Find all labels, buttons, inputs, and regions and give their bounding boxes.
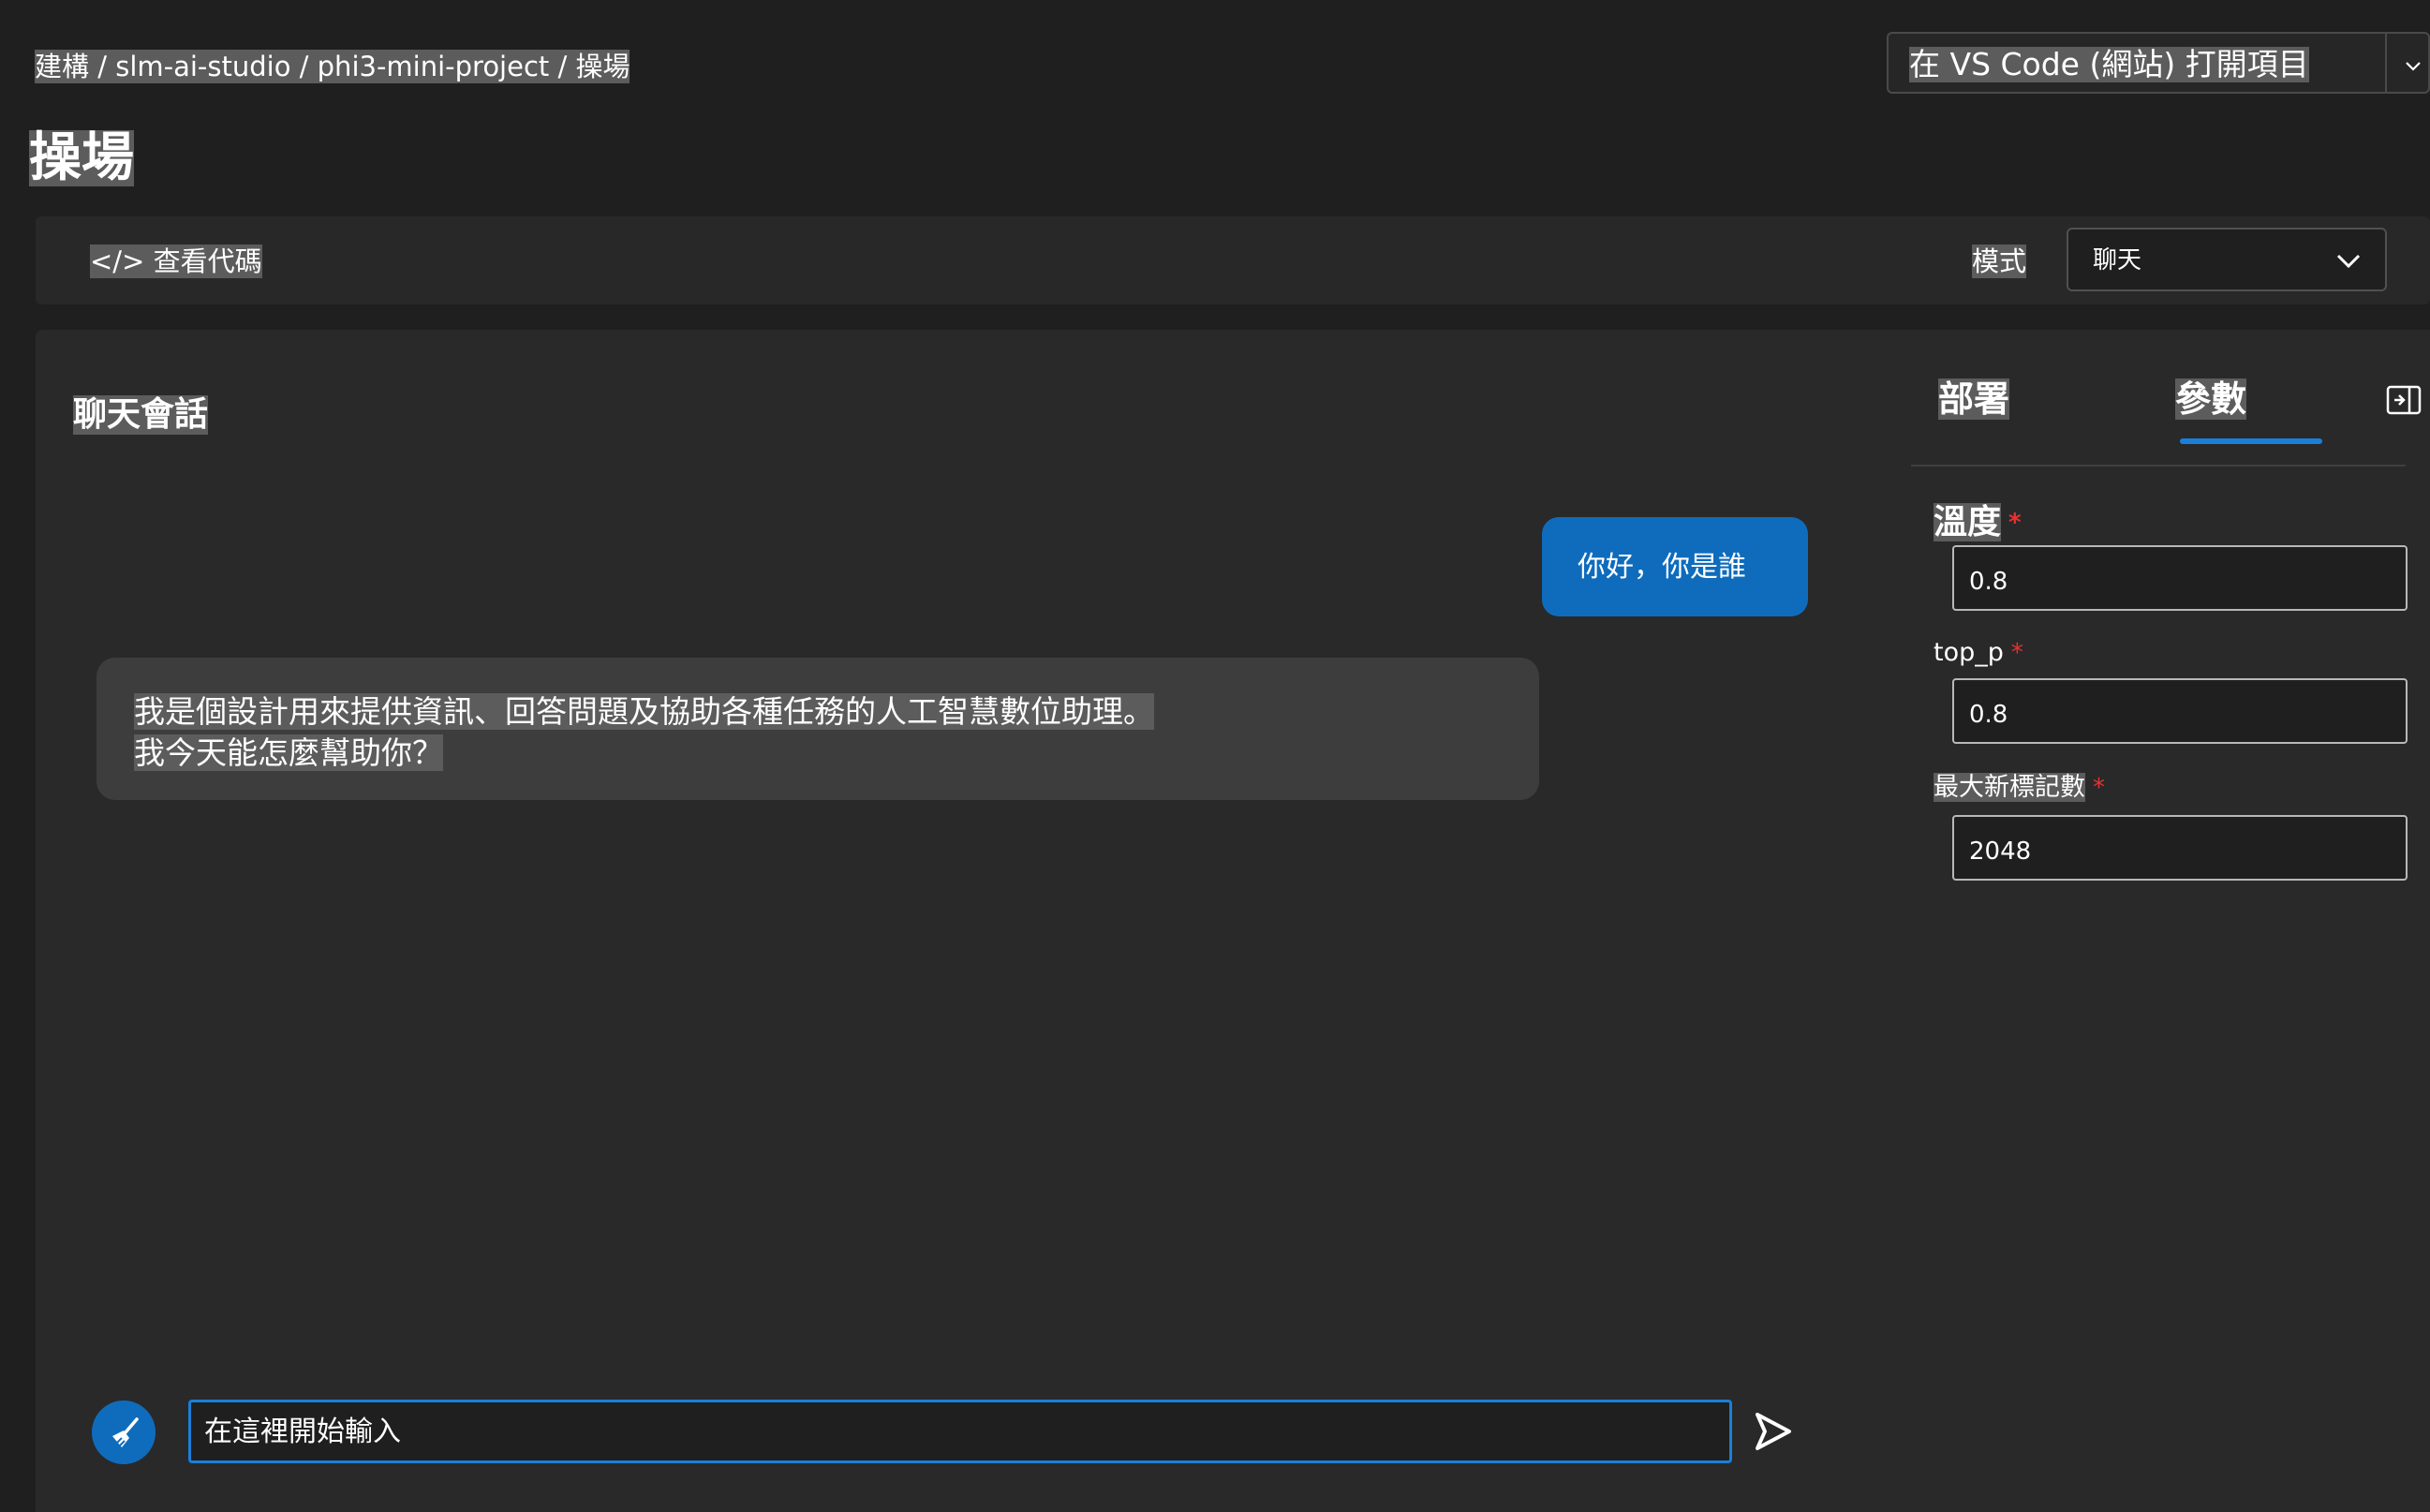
top-p-label: top_p * <box>1934 637 2023 669</box>
temperature-input[interactable] <box>1952 545 2408 611</box>
assistant-message-bubble: 我是個設計用來提供資訊、回答問題及協助各種任務的人工智慧數位助理。 我今天能怎麼… <box>96 658 1539 800</box>
assistant-message-line-1: 我是個設計用來提供資訊、回答問題及協助各種任務的人工智慧數位助理。 <box>134 693 1154 730</box>
mode-select[interactable]: 聊天 <box>2067 228 2387 291</box>
page-title: 操場 <box>29 127 134 188</box>
temperature-label: 溫度 * <box>1934 503 2022 541</box>
active-tab-indicator <box>2180 438 2322 444</box>
send-icon[interactable] <box>1752 1409 1795 1454</box>
tab-deploy[interactable]: 部署 <box>1938 378 2010 420</box>
open-in-vscode-label: 在 VS Code (網站) 打開項目 <box>1909 46 2309 82</box>
top-p-label-text: top_p <box>1934 638 2004 667</box>
chat-input[interactable] <box>188 1400 1732 1463</box>
toolbar: </> 查看代碼 模式 聊天 <box>36 216 2430 304</box>
required-mark: * <box>2008 509 2022 537</box>
panel-collapse-icon[interactable] <box>2385 384 2423 416</box>
chevron-down-icon <box>2336 254 2361 269</box>
required-mark: * <box>2093 774 2105 802</box>
assistant-message-line-2: 我今天能怎麼幫助你？ <box>134 734 443 771</box>
tab-parameters[interactable]: 參數 <box>2175 378 2247 420</box>
mode-label: 模式 <box>1972 245 2027 278</box>
open-in-vscode-button[interactable]: 在 VS Code (網站) 打開項目 <box>1887 32 2430 94</box>
user-message-text: 你好，你是誰 <box>1578 551 1746 584</box>
max-new-tokens-label-text: 最大新標記數 <box>1934 773 2085 802</box>
breadcrumb: 建構 / slm-ai-studio / phi3-mini-project /… <box>35 50 630 83</box>
required-mark: * <box>2010 639 2023 667</box>
assistant-message-text: 我是個設計用來提供資訊、回答問題及協助各種任務的人工智慧數位助理。 我今天能怎麼… <box>134 691 1520 774</box>
clear-chat-button[interactable] <box>92 1401 156 1464</box>
max-new-tokens-label: 最大新標記數 * <box>1934 772 2105 804</box>
split-divider <box>2385 34 2387 92</box>
chat-panel: 聊天會話 你好，你是誰 我是個設計用來提供資訊、回答問題及協助各種任務的人工智慧… <box>36 330 2430 1512</box>
mode-select-value: 聊天 <box>2093 246 2142 274</box>
top-p-input[interactable] <box>1952 678 2408 744</box>
view-code-button[interactable]: </> 查看代碼 <box>90 245 262 278</box>
chevron-down-icon[interactable] <box>2402 54 2424 77</box>
broom-icon <box>112 1417 139 1447</box>
user-message-bubble: 你好，你是誰 <box>1542 517 1808 616</box>
tab-divider <box>1911 465 2406 467</box>
max-new-tokens-input[interactable] <box>1952 815 2408 881</box>
temperature-label-text: 溫度 <box>1934 503 2002 541</box>
chat-session-title: 聊天會話 <box>73 395 209 435</box>
parameters-panel: 部署 參數 溫度* top_p* 最大新標記數* <box>1877 330 2430 1512</box>
